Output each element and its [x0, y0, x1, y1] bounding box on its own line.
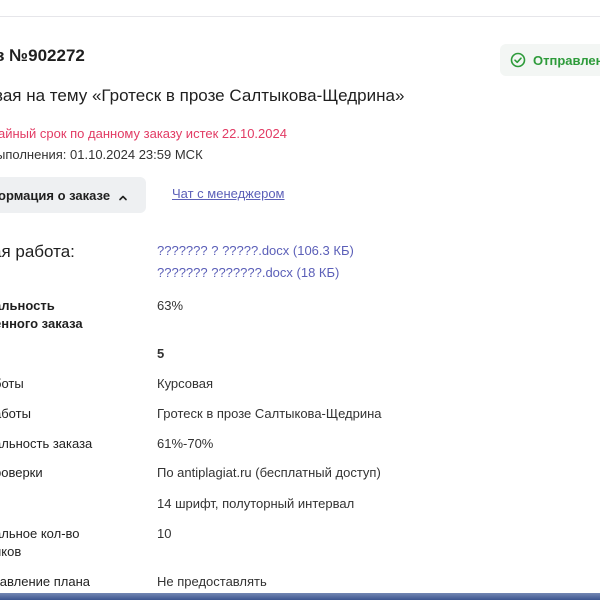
taskbar — [0, 593, 600, 600]
order-info-toggle-label: ормация о заказе — [0, 187, 111, 203]
detail-label: боты — [0, 376, 24, 391]
detail-label: аботы — [0, 406, 31, 421]
check-circle-icon — [510, 52, 526, 68]
detail-label: тавление плана — [0, 574, 91, 589]
detail-value: 63% — [157, 298, 184, 313]
detail-label: альное кол-во — [0, 526, 80, 541]
file-link[interactable]: ??????? ???????.docx (18 КБ) — [157, 265, 339, 280]
warranty-notice: айный срок по данному заказу истек 22.10… — [0, 126, 287, 141]
chevron-up-icon — [118, 190, 128, 201]
ready-work-label: ая работа: — [0, 242, 75, 261]
file-link[interactable]: ??????? ? ?????.docx (106.3 КБ) — [157, 243, 354, 258]
status-label: Отправлен — [533, 52, 600, 68]
detail-value: Не предоставлять — [157, 574, 267, 589]
detail-label: альность заказа — [0, 436, 93, 451]
detail-label: иков — [0, 544, 22, 559]
detail-label: енного заказа — [0, 316, 83, 331]
status-badge: Отправлен — [500, 44, 600, 76]
detail-value: 61%-70% — [157, 436, 214, 451]
order-info-toggle-button[interactable]: ормация о заказе — [0, 177, 146, 213]
detail-value: Курсовая — [157, 376, 214, 391]
detail-value: 10 — [157, 526, 172, 541]
chat-with-manager-link[interactable]: Чат с менеджером — [172, 186, 285, 201]
detail-value: По antiplagiat.ru (бесплатный доступ) — [157, 465, 381, 480]
detail-value: 14 шрифт, полуторный интервал — [157, 496, 355, 511]
detail-label: роверки — [0, 465, 43, 480]
work-title: вая на тему «Гротеск в прозе Салтыкова-Щ… — [0, 86, 405, 105]
detail-value: 5 — [157, 346, 165, 361]
detail-label: альность — [0, 298, 55, 313]
top-divider — [0, 16, 600, 17]
order-title: з №902272 — [0, 46, 85, 65]
detail-value: Гротеск в прозе Салтыкова-Щедрина — [157, 406, 382, 421]
deadline-text: ыполнения: 01.10.2024 23:59 МСК — [0, 147, 203, 162]
